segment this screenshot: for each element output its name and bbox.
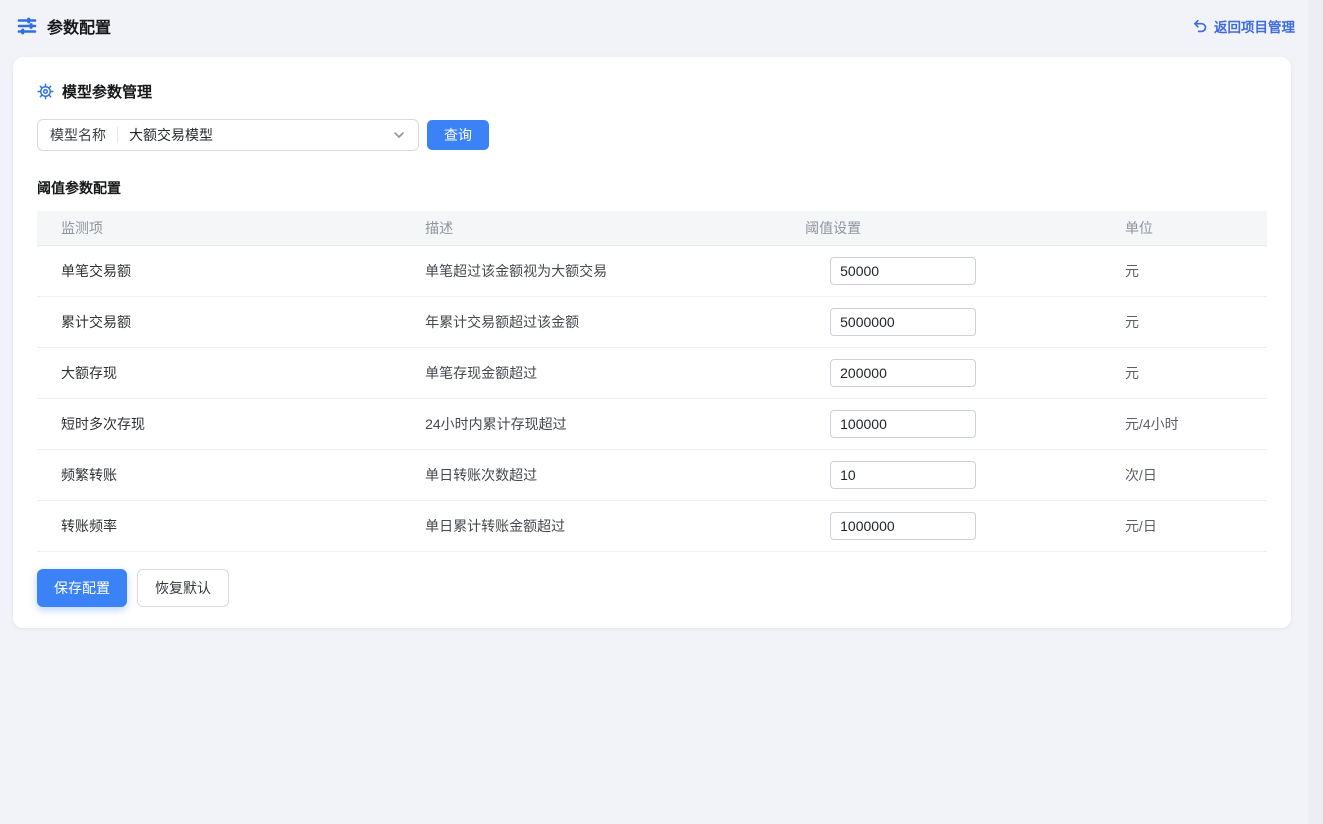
model-name-select[interactable]: 模型名称 大额交易模型	[37, 119, 419, 151]
threshold-cell	[781, 500, 1101, 551]
table-row: 累计交易额 年累计交易额超过该金额 元	[37, 296, 1267, 347]
threshold-input[interactable]	[830, 512, 976, 540]
table-row: 频繁转账 单日转账次数超过 次/日	[37, 449, 1267, 500]
description-cell: 单日累计转账金额超过	[401, 500, 781, 551]
unit-cell: 元/日	[1101, 500, 1267, 551]
unit-cell: 元/4小时	[1101, 398, 1267, 449]
threshold-input[interactable]	[830, 308, 976, 336]
threshold-cell	[781, 347, 1101, 398]
threshold-cell	[781, 296, 1101, 347]
top-bar-left: 参数配置	[16, 14, 111, 38]
query-button[interactable]: 查询	[427, 120, 489, 150]
chevron-down-icon	[392, 128, 406, 142]
table-row: 短时多次存现 24小时内累计存现超过 元/4小时	[37, 398, 1267, 449]
threshold-cell	[781, 245, 1101, 296]
threshold-input[interactable]	[830, 410, 976, 438]
monitor-item-cell: 累计交易额	[37, 296, 401, 347]
threshold-table: 监测项 描述 阈值设置 单位 单笔交易额 单笔超过该金额视为大额交易 元 累计交…	[37, 211, 1267, 552]
page-scrollbar[interactable]	[1308, 0, 1323, 824]
description-cell: 24小时内累计存现超过	[401, 398, 781, 449]
gear-icon	[37, 83, 54, 100]
description-cell: 单日转账次数超过	[401, 449, 781, 500]
threshold-cell	[781, 398, 1101, 449]
monitor-item-cell: 单笔交易额	[37, 245, 401, 296]
query-row: 模型名称 大额交易模型 查询	[37, 119, 1267, 151]
threshold-section-title: 阈值参数配置	[37, 178, 1267, 198]
unit-cell: 次/日	[1101, 449, 1267, 500]
table-header-row: 监测项 描述 阈值设置 单位	[37, 211, 1267, 245]
description-cell: 单笔超过该金额视为大额交易	[401, 245, 781, 296]
threshold-input[interactable]	[830, 257, 976, 285]
top-bar: 参数配置 返回项目管理	[0, 0, 1323, 52]
back-link-label: 返回项目管理	[1214, 16, 1295, 36]
page-title: 参数配置	[47, 14, 111, 38]
column-header-threshold: 阈值设置	[781, 211, 1101, 245]
threshold-input[interactable]	[830, 461, 976, 489]
sliders-icon	[16, 15, 38, 37]
unit-cell: 元	[1101, 296, 1267, 347]
action-buttons: 保存配置 恢复默认	[37, 569, 1267, 607]
model-parameter-card: 模型参数管理 模型名称 大额交易模型 查询 阈值参数配置	[13, 57, 1291, 628]
model-select-label: 模型名称	[50, 125, 106, 145]
back-to-project-link[interactable]: 返回项目管理	[1193, 16, 1295, 36]
select-label-divider	[117, 127, 118, 143]
parameter-config-page: 参数配置 返回项目管理	[0, 0, 1323, 824]
monitor-item-cell: 短时多次存现	[37, 398, 401, 449]
column-header-desc: 描述	[401, 211, 781, 245]
table-row: 单笔交易额 单笔超过该金额视为大额交易 元	[37, 245, 1267, 296]
column-header-item: 监测项	[37, 211, 401, 245]
model-select-value: 大额交易模型	[129, 125, 213, 145]
threshold-cell	[781, 449, 1101, 500]
monitor-item-cell: 转账频率	[37, 500, 401, 551]
panel-header: 模型参数管理	[37, 81, 1267, 102]
table-row: 大额存现 单笔存现金额超过 元	[37, 347, 1267, 398]
description-cell: 年累计交易额超过该金额	[401, 296, 781, 347]
save-config-button[interactable]: 保存配置	[37, 569, 127, 607]
restore-default-button[interactable]: 恢复默认	[137, 569, 229, 607]
undo-arrow-icon	[1193, 19, 1208, 34]
description-cell: 单笔存现金额超过	[401, 347, 781, 398]
unit-cell: 元	[1101, 245, 1267, 296]
table-row: 转账频率 单日累计转账金额超过 元/日	[37, 500, 1267, 551]
monitor-item-cell: 大额存现	[37, 347, 401, 398]
column-header-unit: 单位	[1101, 211, 1267, 245]
unit-cell: 元	[1101, 347, 1267, 398]
threshold-input[interactable]	[830, 359, 976, 387]
panel-title: 模型参数管理	[62, 81, 152, 102]
monitor-item-cell: 频繁转账	[37, 449, 401, 500]
